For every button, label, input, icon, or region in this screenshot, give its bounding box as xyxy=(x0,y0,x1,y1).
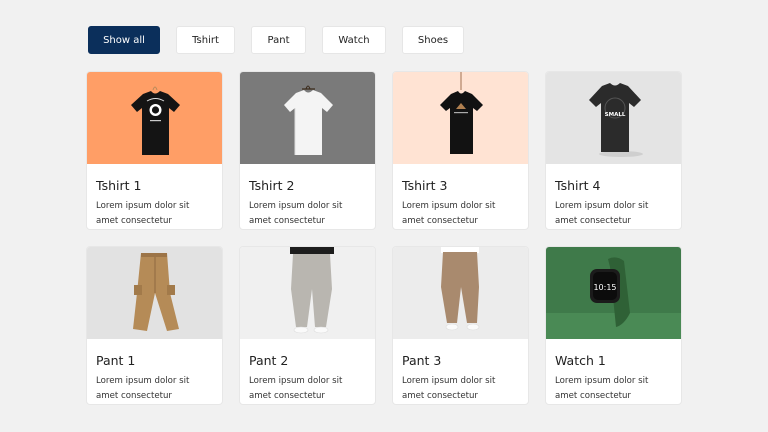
product-grid: Tshirt 1 Lorem ipsum dolor sit amet cons… xyxy=(86,71,682,405)
product-card[interactable]: Pant 3 Lorem ipsum dolor sit amet consec… xyxy=(392,246,529,405)
product-title: Pant 3 xyxy=(402,353,442,368)
product-description: Lorem ipsum dolor sit amet consectetur a… xyxy=(402,201,496,226)
tshirt-print-text: SMALL xyxy=(605,112,626,118)
product-image xyxy=(87,72,222,164)
product-card[interactable]: Pant 2 Lorem ipsum dolor sit amet consec… xyxy=(239,246,376,405)
product-card[interactable]: Tshirt 2 Lorem ipsum dolor sit amet cons… xyxy=(239,71,376,230)
product-card[interactable]: Tshirt 3 Lorem ipsum dolor sit amet cons… xyxy=(392,71,529,230)
filter-pant-button[interactable]: Pant xyxy=(251,26,306,54)
product-card[interactable]: Tshirt 1 Lorem ipsum dolor sit amet cons… xyxy=(86,71,223,230)
filter-bar: Show all Tshirt Pant Watch Shoes xyxy=(88,26,464,54)
product-description: Lorem ipsum dolor sit amet consectetur a… xyxy=(249,376,343,401)
product-title: Pant 1 xyxy=(96,353,136,368)
product-description: Lorem ipsum dolor sit amet consectetur a… xyxy=(555,201,649,226)
filter-tshirt-button[interactable]: Tshirt xyxy=(176,26,235,54)
product-description: Lorem ipsum dolor sit amet consectetur a… xyxy=(555,376,649,401)
product-card[interactable]: SMALL Tshirt 4 Lorem ipsum dolor sit ame… xyxy=(545,71,682,230)
product-title: Tshirt 4 xyxy=(555,178,601,193)
product-image xyxy=(393,72,528,164)
product-card[interactable]: Pant 1 Lorem ipsum dolor sit amet consec… xyxy=(86,246,223,405)
product-description: Lorem ipsum dolor sit amet consectetur a… xyxy=(96,376,190,401)
product-image xyxy=(393,247,528,339)
product-title: Tshirt 1 xyxy=(96,178,142,193)
filter-show-all-button[interactable]: Show all xyxy=(88,26,160,54)
filter-shoes-button[interactable]: Shoes xyxy=(402,26,464,54)
product-image xyxy=(240,72,375,164)
product-title: Tshirt 2 xyxy=(249,178,295,193)
product-image xyxy=(87,247,222,339)
product-card[interactable]: 10:15 Watch 1 Lorem ipsum dolor sit amet… xyxy=(545,246,682,405)
product-title: Watch 1 xyxy=(555,353,606,368)
filter-watch-button[interactable]: Watch xyxy=(322,26,386,54)
product-image: 10:15 xyxy=(546,247,681,339)
product-description: Lorem ipsum dolor sit amet consectetur a… xyxy=(249,201,343,226)
product-description: Lorem ipsum dolor sit amet consectetur a… xyxy=(96,201,190,226)
product-image: SMALL xyxy=(546,72,681,164)
product-title: Pant 2 xyxy=(249,353,289,368)
product-image xyxy=(240,247,375,339)
product-title: Tshirt 3 xyxy=(402,178,448,193)
watch-face-time: 10:15 xyxy=(593,283,616,292)
product-description: Lorem ipsum dolor sit amet consectetur a… xyxy=(402,376,496,401)
